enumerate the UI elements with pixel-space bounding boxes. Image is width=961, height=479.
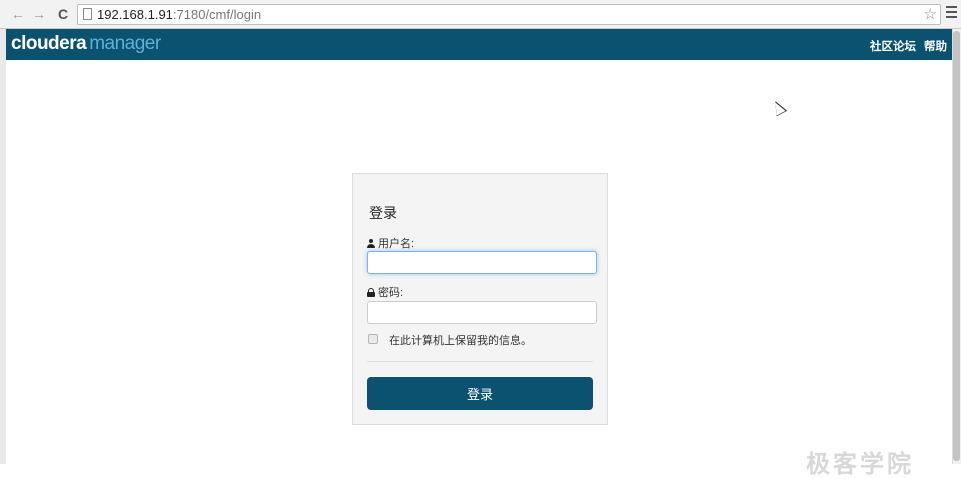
header-links: 社区论坛 帮助 [862, 38, 947, 54]
logo-primary: cloudera [11, 33, 87, 54]
watermark: 极客学院 [806, 451, 914, 478]
login-panel: 登录 用户名: 密码: 在此计算机上保留我的信息。 登录 [352, 173, 608, 425]
login-button[interactable]: 登录 [367, 377, 593, 410]
bookmark-star-icon[interactable]: ☆ [924, 5, 937, 24]
help-link[interactable]: 帮助 [924, 41, 947, 53]
forward-arrow-icon[interactable]: → [30, 5, 48, 23]
window-frame-left [0, 29, 6, 464]
logo-secondary: manager [89, 33, 161, 54]
username-label: 用户名: [367, 235, 414, 251]
url-path: :7180/cmf/login [172, 7, 262, 22]
url-text[interactable]: 192.168.1.91:7180/cmf/login [97, 7, 261, 22]
login-title: 登录 [369, 205, 397, 221]
password-label: 密码: [367, 284, 403, 300]
password-label-text: 密码: [378, 287, 404, 299]
browser-toolbar: ← → C 192.168.1.91:7180/cmf/login ☆ [0, 0, 961, 29]
page-icon [83, 8, 92, 20]
reload-icon[interactable]: C [54, 5, 72, 23]
back-arrow-icon[interactable]: ← [9, 5, 27, 23]
url-host: 192.168.1.91 [97, 7, 173, 22]
remember-me-checkbox[interactable] [368, 334, 378, 344]
address-bar[interactable]: 192.168.1.91:7180/cmf/login ☆ [77, 4, 941, 25]
cloudera-manager-logo[interactable]: cloudera manager [11, 33, 161, 55]
app-header: cloudera manager 社区论坛 帮助 [6, 29, 952, 60]
username-input[interactable] [367, 251, 597, 274]
username-label-text: 用户名: [378, 238, 415, 250]
user-icon [367, 239, 375, 248]
scrollbar-thumb[interactable] [953, 31, 960, 461]
password-input[interactable] [367, 301, 597, 324]
divider [367, 361, 593, 362]
remember-me-label[interactable]: 在此计算机上保留我的信息。 [389, 332, 532, 348]
lock-icon [367, 288, 375, 297]
browser-menu-icon[interactable] [946, 6, 957, 21]
community-forum-link[interactable]: 社区论坛 [870, 41, 916, 53]
